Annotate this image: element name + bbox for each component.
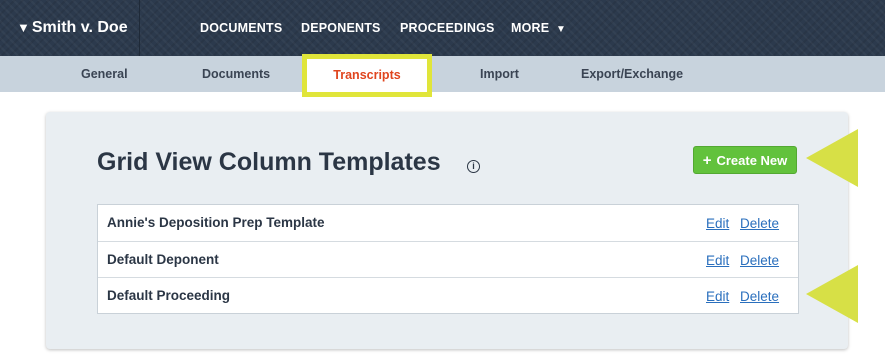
tab-transcripts[interactable]: Transcripts [302,54,432,97]
create-new-label: Create New [716,152,788,168]
nav-more[interactable]: MORE ▼ [511,21,566,35]
sub-navigation-bar: General Documents Import Export/Exchange [0,56,885,92]
page-title: Grid View Column Templates [97,148,441,176]
nav-deponents[interactable]: DEPONENTS [301,21,381,35]
nav-documents[interactable]: DOCUMENTS [200,21,282,35]
nav-proceedings[interactable]: PROCEEDINGS [400,21,495,35]
delete-link[interactable]: Delete [740,253,779,268]
plus-icon: + [702,151,712,169]
case-selector[interactable]: ▼ Smith v. Doe [0,0,140,56]
annotation-arrow-icon [806,265,858,323]
table-row: Annie's Deposition Prep Template Edit De… [98,205,798,241]
tab-documents[interactable]: Documents [202,67,270,81]
edit-link[interactable]: Edit [706,253,729,268]
caret-down-icon: ▼ [17,20,30,35]
edit-link[interactable]: Edit [706,216,729,231]
create-new-button[interactable]: + Create New [693,146,797,174]
tab-transcripts-label: Transcripts [333,68,401,82]
top-navigation-bar: ▼ Smith v. Doe DOCUMENTS DEPONENTS PROCEE… [0,0,885,56]
edit-link[interactable]: Edit [706,289,729,304]
templates-table: Annie's Deposition Prep Template Edit De… [97,204,799,314]
annotation-arrow-icon [806,129,858,187]
delete-link[interactable]: Delete [740,216,779,231]
table-row: Default Deponent Edit Delete [98,241,798,277]
template-name: Default Proceeding [107,288,231,303]
info-icon[interactable]: i [467,160,480,173]
tab-general[interactable]: General [81,67,128,81]
template-name: Default Deponent [107,252,219,267]
table-row: Default Proceeding Edit Delete [98,277,798,313]
case-title: Smith v. Doe [31,19,128,36]
tab-export-exchange[interactable]: Export/Exchange [581,67,683,81]
template-name: Annie's Deposition Prep Template [107,215,325,230]
tab-import[interactable]: Import [480,67,519,81]
delete-link[interactable]: Delete [740,289,779,304]
caret-down-icon: ▼ [556,24,567,35]
nav-more-label: MORE [511,21,550,35]
